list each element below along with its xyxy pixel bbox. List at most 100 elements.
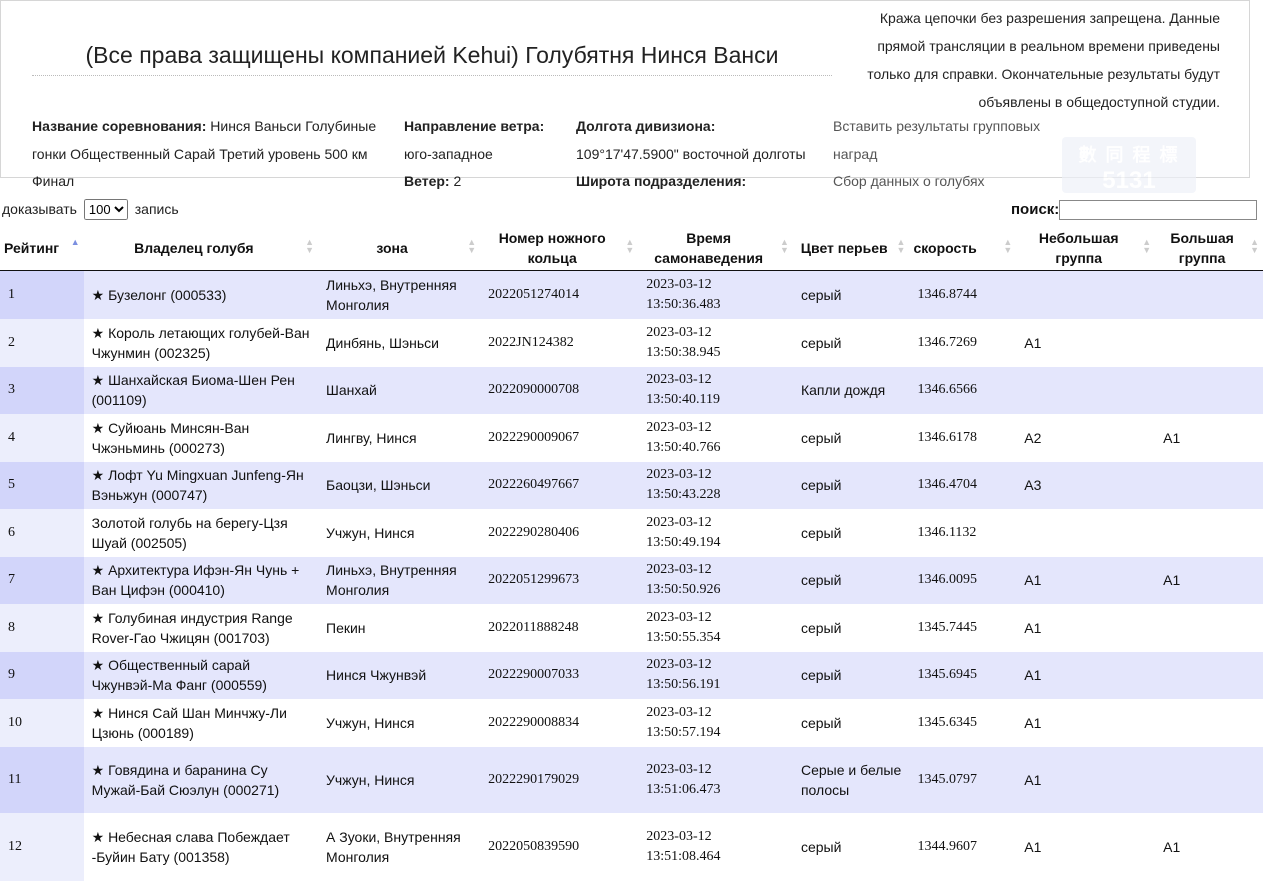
owner-cell: Золотой голубь на берегу-Цзя Шуай (00250…: [83, 508, 319, 557]
records-label: запись: [134, 201, 179, 217]
speed-cell: 1346.1132: [909, 508, 1017, 557]
page-length-select[interactable]: 100: [83, 199, 128, 220]
column-header-rank[interactable]: Рейтинг ▲: [0, 226, 84, 271]
speed-cell: 1346.6178: [909, 413, 1017, 462]
table-row[interactable]: 9 ★ Общественный сарай Чжунвэй-Ма Фанг (0…: [0, 651, 1263, 699]
ring-number-cell: 2022090000708: [480, 366, 639, 414]
rank-cell: 3: [0, 366, 84, 414]
owner-cell: ★ Лофт Yu Mingxuan Junfeng-Ян Вэньжун (0…: [83, 461, 319, 509]
homing-time-cell: 2023-03-12 13:50:55.354: [638, 603, 793, 652]
speed-cell: 1346.8744: [909, 270, 1017, 319]
homing-date: 2023-03-12: [646, 704, 712, 720]
homing-clock: 13:51:08.464: [646, 848, 721, 864]
ring-number-cell: 2022290280406: [480, 508, 639, 557]
feather-color-cell: серый: [792, 603, 910, 652]
small-group-cell: A1: [1016, 603, 1156, 652]
owner-cell: ★ Архитектура Ифэн-Ян Чунь + Ван Цифэн (…: [83, 556, 319, 604]
sort-icon: ▲ ▼: [1250, 237, 1259, 255]
table-row[interactable]: 6 Золотой голубь на берегу-Цзя Шуай (0025…: [0, 508, 1263, 557]
owner-cell: ★ Король летающих голубей-Ван Чжунмин (0…: [83, 318, 319, 367]
coordinates-info: Долгота дивизиона: 109°17'47.5900" восто…: [576, 113, 828, 196]
homing-clock: 13:51:06.473: [646, 781, 721, 797]
wind-direction-value: юго-западное: [404, 145, 493, 162]
table-row[interactable]: 3 ★ Шанхайская Биома-Шен Рен (001109) Шанх…: [0, 366, 1263, 414]
big-group-cell: [1155, 746, 1263, 813]
race-name-info: Название соревнования: Нинся Ваньси Голу…: [32, 113, 398, 196]
zone-cell: Лингву, Нинся: [318, 413, 481, 462]
ring-number-cell: 2022290008834: [480, 698, 639, 747]
column-header-speed[interactable]: скорость ▲ ▼: [909, 226, 1017, 271]
homing-date: 2023-03-12: [646, 467, 712, 482]
latitude-label: Широта подразделения:: [576, 173, 747, 189]
rank-cell: 4: [0, 413, 84, 462]
watermark-line2: 5131: [1102, 167, 1156, 194]
table-row[interactable]: 1 ★ Бузелонг (000533) Линьхэ, Внутренняя М…: [0, 270, 1263, 319]
small-group-cell: [1016, 270, 1156, 319]
speed-cell: 1345.6345: [909, 698, 1017, 747]
table-row[interactable]: 12 ★ Небесная слава Побеждает -Буйин Бату…: [0, 812, 1263, 881]
column-header-color[interactable]: Цвет перьев ▲ ▼: [792, 226, 910, 271]
sort-icon: ▲: [70, 237, 80, 247]
rank-cell: 5: [0, 461, 84, 509]
table-row[interactable]: 5 ★ Лофт Yu Mingxuan Junfeng-Ян Вэньжун (…: [0, 461, 1263, 509]
homing-time-cell: 2023-03-12 13:50:36.483: [638, 270, 793, 319]
table-row[interactable]: 8 ★ Голубиная индустрия Range Rover-Гао Ч…: [0, 603, 1263, 652]
homing-time-cell: 2023-03-12 13:50:50.926: [638, 556, 793, 604]
homing-time-cell: 2023-03-12 13:50:57.194: [638, 698, 793, 747]
homing-time-cell: 2023-03-12 13:50:38.945: [638, 318, 793, 367]
rank-cell: 8: [0, 603, 84, 652]
table-row[interactable]: 4 ★ Суйюань Минсян-Ван Чжэньминь (000273)…: [0, 413, 1263, 462]
ring-number-cell: 2022051299673: [480, 556, 639, 604]
table-row[interactable]: 11 ★ Говядина и баранина Су Мужай-Бай Сюэ…: [0, 746, 1263, 813]
speed-cell: 1344.9607: [909, 812, 1017, 881]
sort-icon: ▲ ▼: [1003, 237, 1013, 255]
feather-color-cell: серый: [792, 270, 910, 319]
feather-color-cell: серый: [792, 413, 910, 462]
sort-icon: ▲ ▼: [467, 237, 477, 255]
header-row: Рейтинг ▲ Владелец голубя ▲ ▼ зона ▲ ▼ Номер …: [0, 226, 1263, 271]
watermark-line1: 數 同 程 標: [1078, 145, 1180, 165]
owner-cell: ★ Суйюань Минсян-Ван Чжэньминь (000273): [83, 413, 319, 462]
speed-cell: 1346.7269: [909, 318, 1017, 367]
feather-color-cell: серый: [792, 461, 910, 509]
table-row[interactable]: 2 ★ Король летающих голубей-Ван Чжунмин (…: [0, 318, 1263, 367]
wind-value: 2: [453, 173, 462, 189]
column-header-time[interactable]: Время самонаведения ▲ ▼: [638, 226, 793, 271]
zone-cell: Нинся Чжунвэй: [318, 651, 481, 699]
wind-direction-label: Направление ветра:: [404, 118, 545, 134]
zone-cell: А Зуоки, Внутренняя Монголия: [318, 812, 481, 881]
rank-cell: 7: [0, 556, 84, 604]
search-label: поиск:: [1011, 200, 1060, 218]
pigeon-data-collection-link[interactable]: Сбор данных о голубях: [833, 168, 1063, 196]
search-input[interactable]: [1059, 200, 1258, 220]
ring-number-cell: 2022290179029: [480, 746, 639, 813]
zone-cell: Шанхай: [318, 366, 481, 414]
speed-cell: 1345.6945: [909, 651, 1017, 699]
homing-clock: 13:50:57.194: [646, 724, 721, 740]
column-header-small-group[interactable]: Небольшая группа ▲ ▼: [1016, 226, 1156, 271]
column-header-big-group[interactable]: Большая группа ▲ ▼: [1155, 226, 1263, 271]
big-group-cell: A1: [1155, 812, 1263, 881]
homing-time-cell: 2023-03-12 13:50:49.194: [638, 508, 793, 557]
owner-cell: ★ Бузелонг (000533): [83, 270, 319, 319]
big-group-cell: [1155, 366, 1263, 414]
small-group-cell: [1016, 366, 1156, 414]
table-row[interactable]: 7 ★ Архитектура Ифэн-Ян Чунь + Ван Цифэн …: [0, 556, 1263, 604]
insert-group-results-link[interactable]: Вставить результаты групповых наград: [833, 113, 1063, 168]
homing-clock: 13:50:40.766: [646, 439, 721, 455]
column-header-ring[interactable]: Номер ножного кольца ▲ ▼: [480, 226, 639, 271]
sort-icon: ▲ ▼: [1142, 237, 1152, 255]
owner-cell: ★ Голубиная индустрия Range Rover-Гао Чж…: [83, 603, 319, 652]
homing-date: 2023-03-12: [646, 657, 712, 672]
table-row[interactable]: 10 ★ Нинся Сай Шан Минчжу-Ли Цзюнь (00018…: [0, 698, 1263, 747]
small-group-cell: A1: [1016, 556, 1156, 604]
owner-cell: ★ Говядина и баранина Су Мужай-Бай Сюэлу…: [83, 746, 319, 813]
column-header-owner[interactable]: Владелец голубя ▲ ▼: [83, 226, 319, 271]
small-group-cell: A1: [1016, 746, 1156, 813]
column-header-zone[interactable]: зона ▲ ▼: [318, 226, 481, 271]
homing-date: 2023-03-12: [646, 372, 712, 387]
feather-color-cell: серый: [792, 651, 910, 699]
results-body: 1 ★ Бузелонг (000533) Линьхэ, Внутренняя М…: [0, 270, 1263, 881]
feather-color-cell: серый: [792, 698, 910, 747]
big-group-cell: [1155, 508, 1263, 557]
